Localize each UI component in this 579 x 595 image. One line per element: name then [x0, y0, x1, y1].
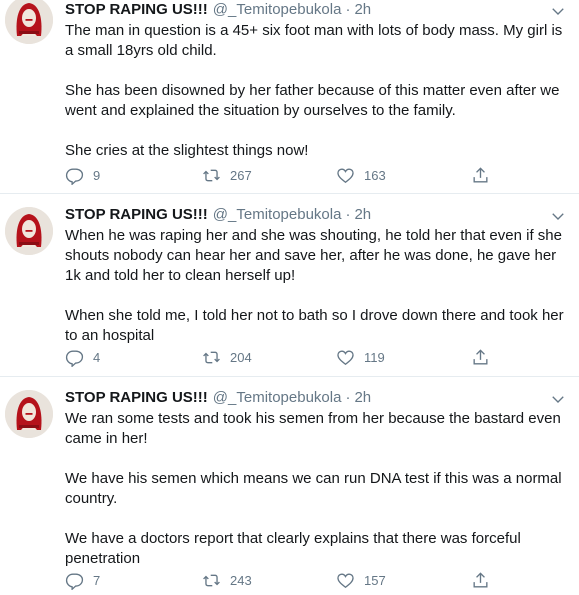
separator: · [345, 206, 351, 223]
heart-icon [337, 350, 354, 366]
share-button[interactable] [471, 348, 490, 367]
share-icon [473, 572, 488, 588]
user-handle[interactable]: @_Temitopebukola [213, 388, 342, 407]
avatar[interactable] [5, 390, 53, 438]
reply-icon [65, 168, 84, 185]
tweet-text: The man in question is a 45+ six foot ma… [65, 21, 567, 161]
reply-count: 4 [93, 350, 101, 365]
retweet-count: 243 [230, 573, 252, 588]
share-button[interactable] [471, 166, 490, 185]
user-handle[interactable]: @_Temitopebukola [213, 205, 342, 224]
timeline: STOP RAPING US!!! @_Temitopebukola · 2h … [0, 0, 579, 595]
avatar-image [5, 390, 53, 438]
avatar-image [5, 0, 53, 44]
share-icon [473, 349, 488, 365]
tweet[interactable]: STOP RAPING US!!! @_Temitopebukola · 2h … [0, 377, 579, 595]
retweet-icon [203, 169, 220, 182]
timestamp[interactable]: 2h [354, 0, 371, 19]
like-button[interactable]: 119 [336, 348, 385, 367]
like-count: 163 [364, 168, 386, 183]
tweet-header: STOP RAPING US!!! @_Temitopebukola · 2h [65, 0, 567, 19]
heart-icon [337, 168, 354, 184]
reply-icon [65, 573, 84, 590]
retweet-count: 267 [230, 168, 252, 183]
reply-icon [65, 350, 84, 367]
tweet-paragraph: We have a doctors report that clearly ex… [65, 530, 521, 567]
tweet-paragraph: She has been disowned by her father beca… [65, 82, 560, 119]
retweet-icon [203, 351, 220, 364]
tweet[interactable]: STOP RAPING US!!! @_Temitopebukola · 2h … [0, 0, 579, 194]
tweet-header: STOP RAPING US!!! @_Temitopebukola · 2h [65, 205, 567, 224]
tweet[interactable]: STOP RAPING US!!! @_Temitopebukola · 2h … [0, 194, 579, 377]
share-button[interactable] [471, 571, 490, 590]
reply-count: 9 [93, 168, 101, 183]
share-icon [473, 167, 488, 183]
avatar[interactable] [5, 207, 53, 255]
reply-count: 7 [93, 573, 101, 588]
tweet-paragraph: The man in question is a 45+ six foot ma… [65, 22, 563, 59]
display-name[interactable]: STOP RAPING US!!! [65, 388, 208, 407]
tweet-header: STOP RAPING US!!! @_Temitopebukola · 2h [65, 388, 567, 407]
like-count: 157 [364, 573, 386, 588]
tweet-paragraph: When he was raping her and she was shout… [65, 227, 562, 284]
chevron-down-icon[interactable] [549, 390, 567, 408]
avatar-image [5, 207, 53, 255]
timestamp[interactable]: 2h [354, 205, 371, 224]
retweet-button[interactable]: 204 [202, 348, 252, 367]
separator: · [345, 1, 351, 18]
separator: · [345, 389, 351, 406]
like-count: 119 [364, 350, 385, 365]
tweet-text: We ran some tests and took his semen fro… [65, 409, 567, 569]
display-name[interactable]: STOP RAPING US!!! [65, 205, 208, 224]
like-button[interactable]: 157 [336, 571, 386, 590]
reply-button[interactable]: 9 [65, 166, 100, 185]
retweet-count: 204 [230, 350, 252, 365]
tweet-paragraph: She cries at the slightest things now! [65, 142, 309, 159]
retweet-icon [203, 574, 220, 587]
retweet-button[interactable]: 267 [202, 166, 252, 185]
tweet-paragraph: When she told me, I told her not to bath… [65, 307, 564, 344]
reply-button[interactable]: 4 [65, 348, 100, 367]
tweet-paragraph: We have his semen which means we can run… [65, 470, 562, 507]
heart-icon [337, 573, 354, 589]
tweet-text: When he was raping her and she was shout… [65, 226, 567, 346]
display-name[interactable]: STOP RAPING US!!! [65, 0, 208, 19]
tweet-paragraph: We ran some tests and took his semen fro… [65, 410, 561, 447]
timestamp[interactable]: 2h [354, 388, 371, 407]
user-handle[interactable]: @_Temitopebukola [213, 0, 342, 19]
chevron-down-icon[interactable] [549, 207, 567, 225]
like-button[interactable]: 163 [336, 166, 386, 185]
reply-button[interactable]: 7 [65, 571, 100, 590]
avatar[interactable] [5, 0, 53, 44]
chevron-down-icon[interactable] [549, 2, 567, 20]
retweet-button[interactable]: 243 [202, 571, 252, 590]
